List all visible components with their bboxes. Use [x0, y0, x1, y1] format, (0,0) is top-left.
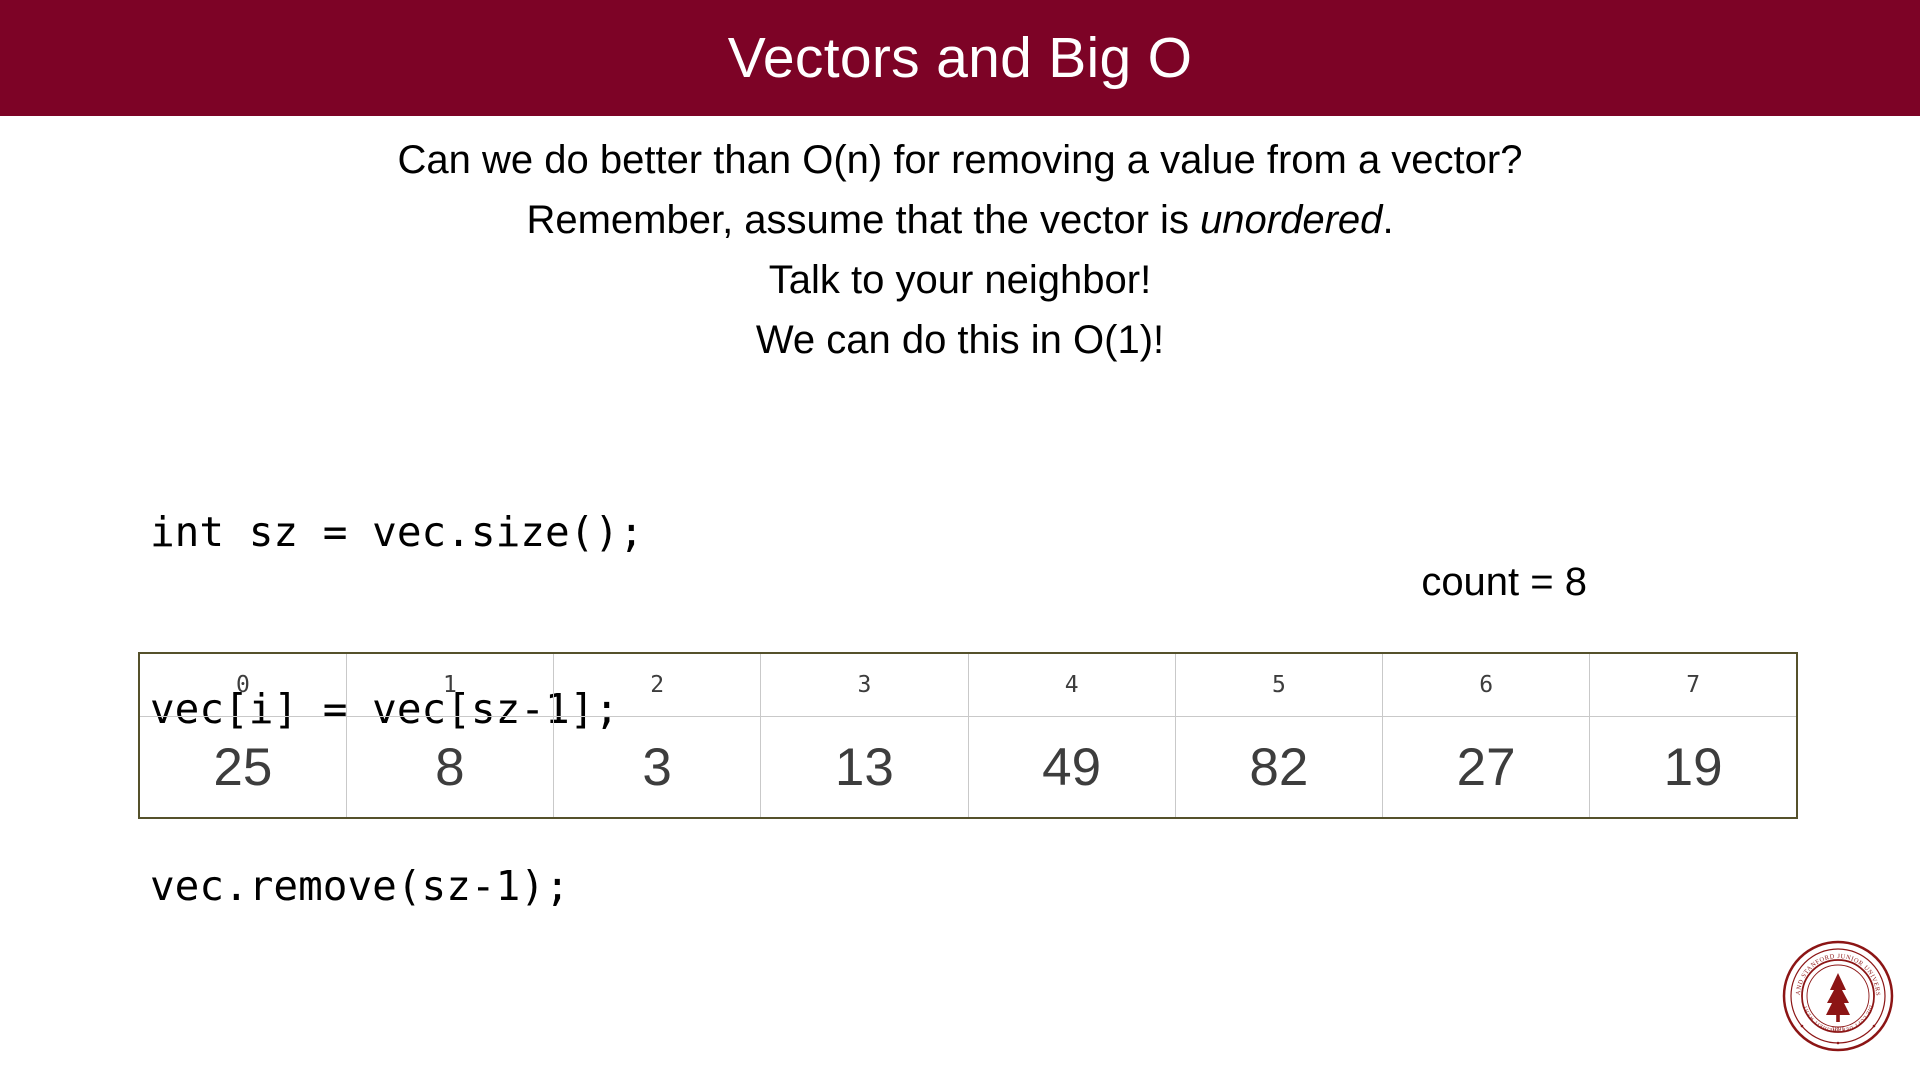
code-line-3: vec.remove(sz-1); — [150, 862, 570, 910]
vector-value-cell: 27 — [1381, 716, 1591, 819]
vector-value-cell: 82 — [1174, 716, 1384, 819]
stanford-seal-icon: LELAND STANFORD JUNIOR UNIVERSITY DIE LU… — [1782, 940, 1894, 1052]
prose-line-1: Can we do better than O(n) for removing … — [397, 138, 1523, 182]
vector-value-cell: 19 — [1589, 716, 1799, 819]
vector-index-cell: 6 — [1381, 652, 1591, 717]
vector-index-cell: 5 — [1174, 652, 1384, 717]
code-line-1: int sz = vec.size(); — [150, 508, 644, 556]
prose-block: Can we do better than O(n) for removing … — [0, 130, 1920, 370]
slide-title-bar: Vectors and Big O — [0, 0, 1920, 116]
vector-value-cell: 49 — [967, 716, 1176, 819]
slide: Vectors and Big O Can we do better than … — [0, 0, 1920, 1080]
vector-index-cell: 2 — [552, 652, 762, 717]
vector-table: 0 1 2 3 4 5 6 7 25 8 3 13 49 82 27 19 — [137, 652, 1799, 819]
prose-line-2-suffix: . — [1382, 198, 1394, 242]
vector-value-cell: 3 — [552, 716, 762, 819]
prose-line-3: Talk to your neighbor! — [768, 258, 1152, 302]
vector-value-cell: 13 — [760, 716, 969, 819]
prose-line-2-emphasis: unordered — [1200, 198, 1383, 242]
svg-text:1891: 1891 — [1832, 1026, 1845, 1033]
prose-line-2-prefix: Remember, assume that the vector is — [526, 198, 1201, 242]
vector-index-cell: 0 — [137, 652, 347, 717]
count-label: count = 8 — [1421, 560, 1587, 604]
vector-index-cell: 4 — [967, 652, 1176, 717]
vector-value-row: 25 8 3 13 49 82 27 19 — [137, 716, 1799, 819]
vector-index-cell: 1 — [345, 652, 555, 717]
prose-line-2: Remember, assume that the vector is unor… — [0, 190, 1920, 250]
vector-index-row: 0 1 2 3 4 5 6 7 — [137, 652, 1799, 717]
vector-value-cell: 25 — [137, 716, 347, 819]
vector-index-cell: 3 — [760, 652, 969, 717]
page-title: Vectors and Big O — [727, 25, 1193, 90]
vector-index-cell: 7 — [1589, 652, 1799, 717]
vector-value-cell: 8 — [345, 716, 555, 819]
prose-line-4: We can do this in O(1)! — [755, 318, 1165, 362]
